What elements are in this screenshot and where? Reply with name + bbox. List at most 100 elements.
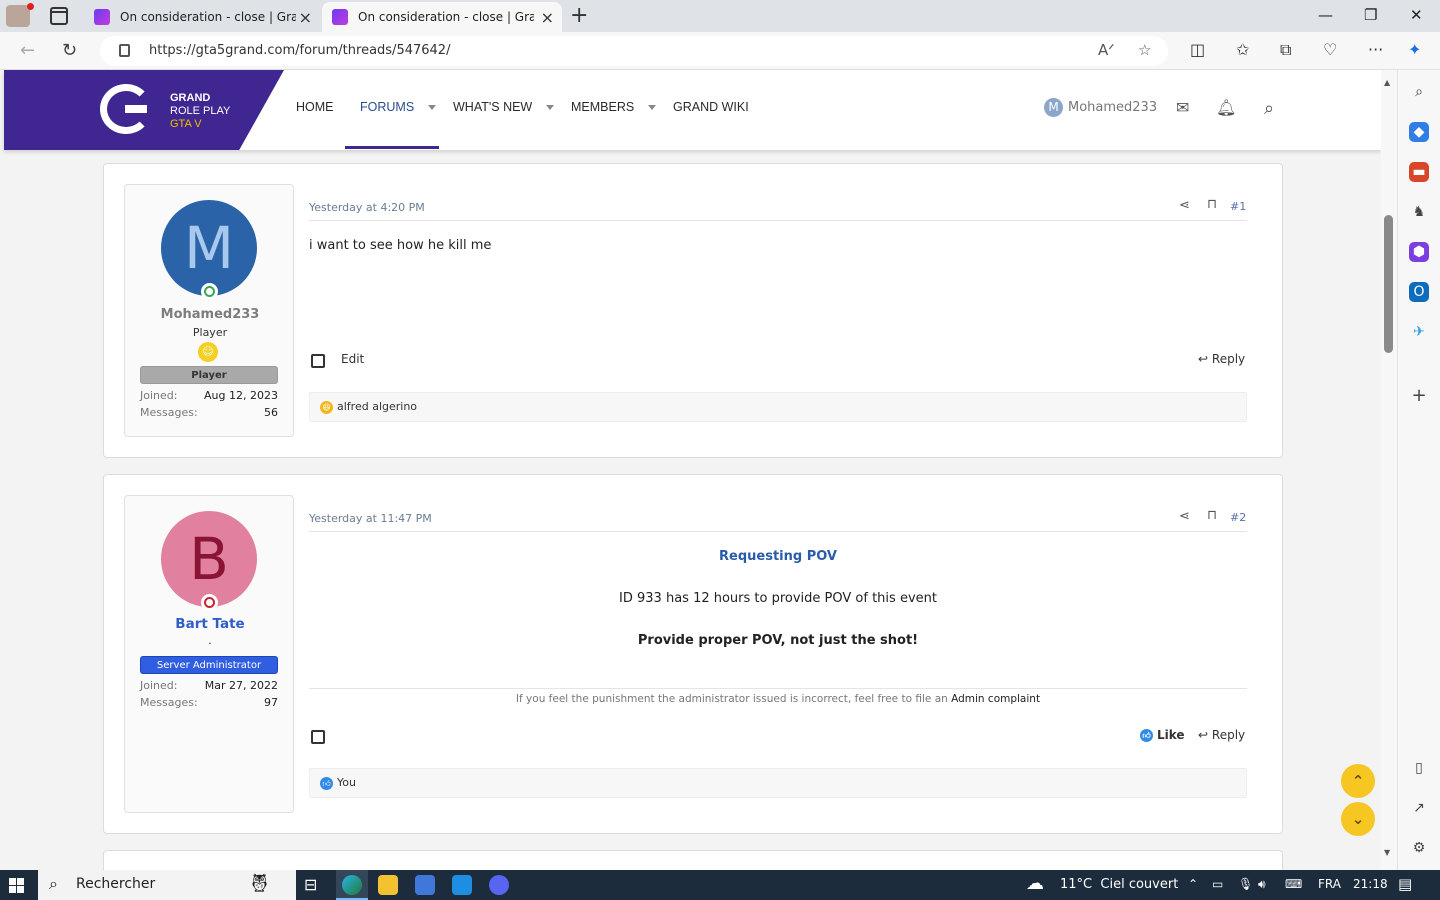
- weather-cloud-icon: ☁: [1026, 873, 1044, 894]
- restore-icon[interactable]: ❐: [1364, 6, 1377, 24]
- close-tab-icon[interactable]: ×: [299, 8, 312, 27]
- bookmark-icon[interactable]: ⊓: [1207, 508, 1217, 523]
- post-number[interactable]: #2: [1230, 511, 1246, 524]
- site-logo-text[interactable]: GRAND ROLE PLAY GTA V: [170, 92, 230, 131]
- post-timestamp[interactable]: Yesterday at 4:20 PM: [309, 201, 425, 214]
- browser-essentials-icon[interactable]: ♡: [1323, 40, 1337, 59]
- share-icon[interactable]: ⋖: [1179, 509, 1190, 524]
- read-aloud-icon[interactable]: Aᐟ: [1098, 41, 1115, 59]
- scroll-down-button[interactable]: ⌄: [1341, 802, 1375, 836]
- favorites-icon[interactable]: ✩: [1236, 40, 1249, 59]
- page-scrollbar[interactable]: ▲ ▼: [1381, 70, 1397, 870]
- outlook-icon[interactable]: O: [1409, 282, 1429, 302]
- taskbar-search[interactable]: ⌕ Rechercher 🦉︎: [38, 870, 296, 900]
- edge-icon[interactable]: [342, 875, 362, 895]
- account-menu[interactable]: M Mohamed233: [1044, 98, 1157, 117]
- post-username[interactable]: Bart Tate: [125, 616, 295, 632]
- telegram-icon[interactable]: ✈: [1409, 322, 1429, 342]
- inbox-icon[interactable]: ✉: [1176, 98, 1189, 117]
- file-explorer-icon[interactable]: [378, 875, 398, 895]
- reaction-users[interactable]: You: [337, 776, 356, 789]
- close-tab-icon[interactable]: ×: [541, 8, 554, 27]
- tools-icon[interactable]: ▬: [1409, 162, 1429, 182]
- bookmark-icon[interactable]: ⊓: [1207, 197, 1217, 212]
- chevron-down-icon[interactable]: [546, 105, 555, 111]
- notifications-icon[interactable]: ▤: [1398, 875, 1412, 893]
- post-timestamp[interactable]: Yesterday at 11:47 PM: [309, 512, 432, 525]
- share-icon[interactable]: ⋖: [1179, 198, 1190, 213]
- tab-actions-icon[interactable]: [50, 7, 68, 25]
- copilot-icon[interactable]: ✦: [1408, 40, 1421, 59]
- player-badge-icon: ☺: [198, 342, 218, 362]
- user-title: .: [208, 634, 212, 647]
- post-heading: Requesting POV: [719, 549, 837, 564]
- nav-grand-wiki[interactable]: GRAND WIKI: [673, 100, 749, 114]
- microsoft-365-icon[interactable]: ⬢: [1409, 242, 1429, 262]
- network-icon[interactable]: ▭: [1212, 877, 1223, 891]
- scroll-down-arrow-icon[interactable]: ▼: [1384, 848, 1390, 857]
- search-icon[interactable]: ⌕: [1409, 82, 1429, 102]
- select-post-checkbox[interactable]: [311, 354, 325, 368]
- favorite-star-icon[interactable]: ☆: [1138, 41, 1151, 59]
- input-language[interactable]: FRA: [1318, 877, 1341, 891]
- scroll-up-arrow-icon[interactable]: ▲: [1384, 78, 1390, 87]
- post-number[interactable]: #1: [1230, 200, 1246, 213]
- admin-complaint-link[interactable]: Admin complaint: [951, 693, 1040, 705]
- scrollbar-thumb[interactable]: [1384, 215, 1393, 353]
- reactions-bar[interactable]: 😆︎ alfred algerino: [309, 392, 1247, 422]
- nav-members[interactable]: MEMBERS: [571, 100, 657, 114]
- reply-button[interactable]: ↩︎ Reply: [1198, 352, 1245, 366]
- gear-icon[interactable]: ⚙: [1409, 838, 1429, 858]
- discord-icon[interactable]: [489, 875, 509, 895]
- collections-icon[interactable]: ⧉: [1280, 40, 1291, 60]
- avatar[interactable]: M: [161, 200, 257, 296]
- microsoft-store-icon[interactable]: [415, 875, 435, 895]
- notification-dot: [27, 3, 34, 10]
- open-external-icon[interactable]: ↗: [1409, 798, 1429, 818]
- like-button[interactable]: 👍︎ Like: [1140, 728, 1185, 742]
- sidebar-toggle-icon[interactable]: ▯: [1409, 758, 1429, 778]
- microphone-icon[interactable]: 🎙︎: [1238, 877, 1253, 891]
- clock[interactable]: 21:18: [1353, 877, 1388, 891]
- post-username[interactable]: Mohamed233: [125, 307, 295, 322]
- nav-home[interactable]: HOME: [296, 100, 334, 114]
- add-icon[interactable]: +: [1409, 386, 1429, 406]
- shopping-icon[interactable]: ◆: [1409, 122, 1429, 142]
- weather-text[interactable]: 11°C Ciel couvert: [1060, 877, 1178, 892]
- windows-start-icon[interactable]: [9, 878, 24, 893]
- minimize-icon[interactable]: —: [1318, 6, 1333, 24]
- task-view-icon[interactable]: ⊟: [304, 875, 317, 894]
- profile-avatar[interactable]: [6, 3, 34, 27]
- scroll-up-button[interactable]: ⌃: [1341, 764, 1375, 798]
- refresh-icon[interactable]: ↻: [62, 40, 77, 61]
- split-screen-icon[interactable]: ◫: [1190, 40, 1205, 59]
- new-tab-icon[interactable]: +: [570, 3, 588, 28]
- address-bar-row: ← ↻ https://gta5grand.com/forum/threads/…: [0, 32, 1440, 70]
- mail-icon[interactable]: [452, 875, 472, 895]
- reply-icon: ↩︎: [1198, 352, 1209, 366]
- grand-logo-icon[interactable]: [100, 84, 152, 134]
- browser-tab-1[interactable]: On consideration - close | Grand ×: [84, 2, 320, 32]
- reply-button[interactable]: ↩︎ Reply: [1198, 728, 1245, 742]
- search-icon[interactable]: ⌕: [1264, 98, 1274, 119]
- select-post-checkbox[interactable]: [311, 730, 325, 744]
- browser-tab-2[interactable]: On consideration - close | Grand ×: [322, 2, 562, 32]
- chevron-down-icon[interactable]: [428, 105, 437, 111]
- keyboard-icon[interactable]: ⌨: [1285, 877, 1302, 891]
- reactions-bar[interactable]: 👍︎ You: [309, 768, 1247, 798]
- reaction-users[interactable]: alfred algerino: [337, 400, 417, 413]
- avatar[interactable]: B: [161, 511, 257, 607]
- url-field[interactable]: https://gta5grand.com/forum/threads/5476…: [100, 36, 1168, 66]
- nav-whats-new[interactable]: WHAT'S NEW: [453, 100, 555, 114]
- back-icon[interactable]: ←: [20, 40, 35, 61]
- bell-icon[interactable]: 🔔︎: [1216, 98, 1236, 117]
- show-hidden-icons-icon[interactable]: ⌃: [1188, 877, 1198, 891]
- chevron-down-icon[interactable]: [648, 105, 657, 111]
- nav-forums[interactable]: FORUMS: [360, 100, 437, 114]
- active-nav-indicator: [345, 146, 439, 149]
- more-menu-icon[interactable]: ···: [1368, 40, 1383, 59]
- games-icon[interactable]: ♞: [1409, 202, 1429, 222]
- close-window-icon[interactable]: ✕: [1410, 6, 1423, 24]
- edit-link[interactable]: Edit: [341, 352, 364, 366]
- volume-icon[interactable]: 🔊︎: [1258, 877, 1266, 892]
